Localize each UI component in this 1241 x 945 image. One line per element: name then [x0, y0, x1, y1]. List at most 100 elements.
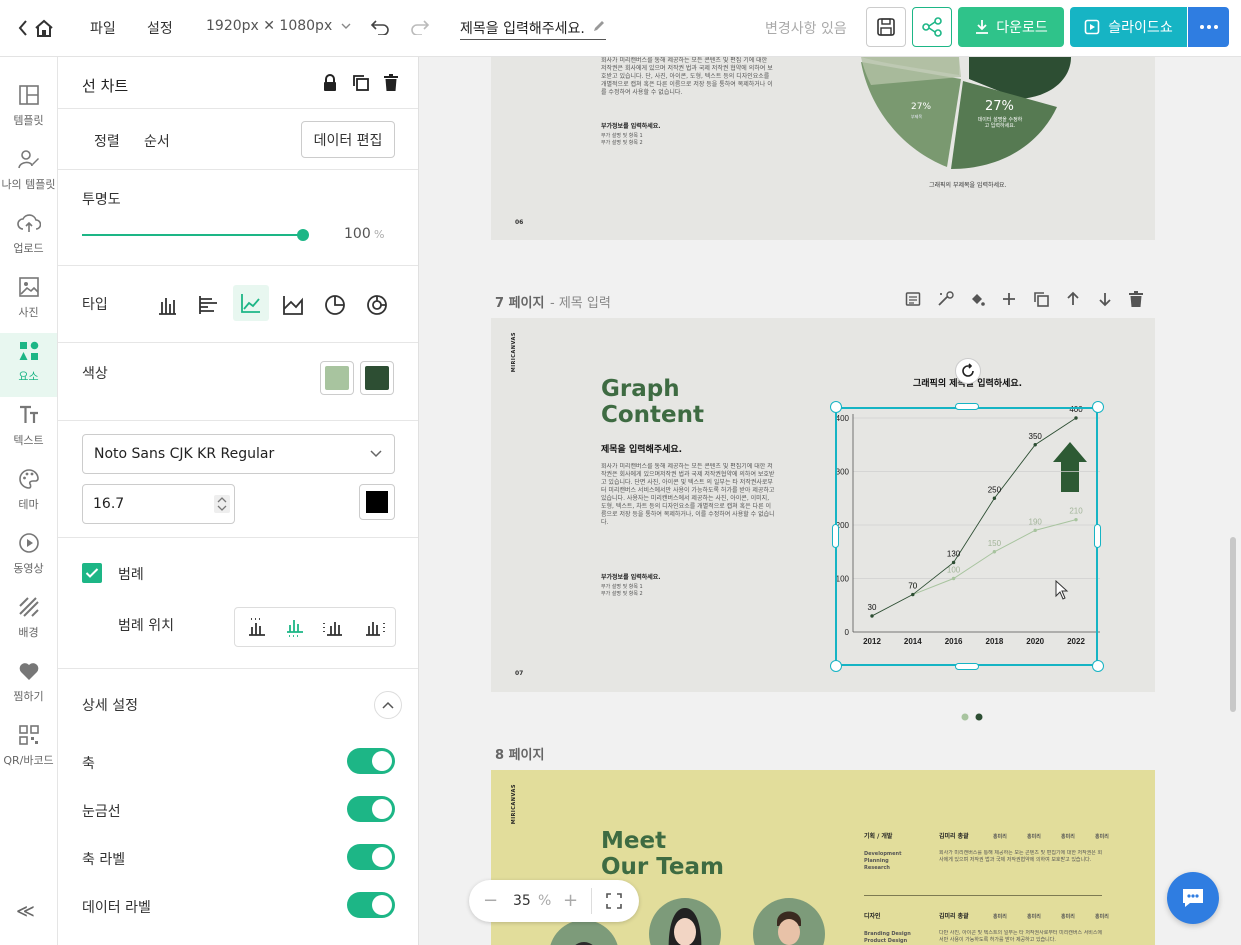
collapse-panel-button[interactable]: ≪ — [16, 901, 35, 922]
delete-page-icon[interactable] — [1129, 291, 1143, 307]
nav-elements[interactable]: 요소 — [0, 333, 57, 397]
series-color-swatch-2[interactable] — [360, 361, 394, 395]
resize-handle-nw[interactable] — [830, 401, 842, 413]
add-page-icon[interactable] — [1001, 291, 1017, 307]
page8-label: 8 페이지 — [495, 748, 545, 763]
page7-sub-heading: 부가정보를 입력하세요. — [601, 574, 661, 581]
editor-canvas[interactable]: 회사가 미리캔버스를 통해 제공하는 모든 콘텐츠 및 편집 기에 대한 저작권… — [419, 57, 1241, 945]
chart-type-column-icon[interactable] — [156, 294, 178, 320]
page7-subtitle[interactable]: - 제목 입력 — [550, 292, 611, 311]
opacity-section: 투명도 100 % — [58, 170, 418, 266]
panel-title: 선 차트 — [82, 77, 129, 95]
legend-right-icon[interactable] — [365, 617, 385, 641]
opacity-value[interactable]: 100 — [344, 226, 371, 242]
collapse-advanced-button[interactable] — [374, 691, 402, 719]
download-button[interactable]: 다운로드 — [958, 7, 1064, 47]
lock-icon[interactable] — [322, 74, 338, 96]
undo-icon[interactable] — [368, 16, 392, 38]
opacity-slider[interactable] — [82, 227, 309, 243]
document-title[interactable]: 제목을 입력해주세요. — [460, 18, 607, 40]
fullscreen-icon[interactable] — [606, 893, 622, 913]
nav-qr-barcode[interactable]: QR/바코드 — [0, 717, 57, 781]
slideshow-button[interactable]: 슬라이드쇼 — [1070, 7, 1187, 47]
file-menu[interactable]: 파일 — [90, 18, 116, 38]
more-options-button[interactable] — [1188, 7, 1229, 47]
settings-menu[interactable]: 설정 — [147, 18, 173, 38]
nav-background[interactable]: 배경 — [0, 589, 57, 653]
font-size-stepper[interactable] — [214, 495, 230, 513]
redo-icon[interactable] — [408, 16, 432, 38]
legend-checkbox[interactable] — [82, 563, 102, 583]
resize-handle-se[interactable] — [1092, 660, 1104, 672]
order-button[interactable]: 순서 — [144, 131, 170, 151]
legend-bottom-icon[interactable] — [285, 617, 305, 641]
series-color-swatch-1[interactable] — [320, 361, 354, 395]
legend-top-icon[interactable] — [247, 617, 267, 641]
move-up-icon[interactable] — [1065, 291, 1081, 307]
edit-data-button[interactable]: 데이터 편집 — [301, 121, 395, 158]
nav-favorites[interactable]: 찜하기 — [0, 653, 57, 717]
paint-bucket-icon[interactable] — [969, 291, 985, 307]
resize-handle-s[interactable] — [955, 663, 979, 670]
canvas-size-dropdown[interactable]: 1920px ✕ 1080px — [206, 18, 351, 34]
legend-left-icon[interactable] — [323, 617, 343, 641]
magic-wand-icon[interactable] — [937, 291, 955, 307]
chart-type-donut-icon[interactable] — [366, 294, 388, 320]
chart-properties-panel: 선 차트 정렬 순서 데이터 편집 투명도 100 % 타입 색상 Noto S… — [58, 57, 419, 945]
nav-upload[interactable]: 업로드 — [0, 205, 57, 269]
resize-handle-sw[interactable] — [830, 660, 842, 672]
chart-type-bar-icon[interactable] — [198, 294, 220, 320]
note-icon[interactable] — [905, 291, 921, 307]
image-icon — [18, 277, 39, 297]
more-dots-icon — [1199, 25, 1218, 29]
nav-photos[interactable]: 사진 — [0, 269, 57, 333]
page-6[interactable]: 회사가 미리캔버스를 통해 제공하는 모든 콘텐츠 및 편집 기에 대한 저작권… — [491, 57, 1155, 240]
zoom-out-button[interactable]: − — [483, 890, 498, 911]
nav-text[interactable]: 텍스트 — [0, 397, 57, 461]
axis-labels-toggle[interactable] — [347, 844, 395, 870]
chat-support-button[interactable] — [1167, 872, 1219, 924]
duplicate-icon[interactable] — [352, 74, 370, 96]
axis-toggle[interactable] — [347, 748, 395, 774]
team-divider — [864, 895, 1102, 896]
save-button[interactable] — [866, 7, 906, 47]
nav-video[interactable]: 동영상 — [0, 525, 57, 589]
font-color-swatch[interactable] — [359, 484, 395, 520]
resize-handle-e[interactable] — [1094, 524, 1101, 548]
team-photo-1 — [549, 920, 619, 945]
back-home-icon[interactable] — [14, 14, 58, 42]
mouse-cursor-icon — [1055, 580, 1069, 600]
canvas-scrollbar[interactable] — [1230, 537, 1236, 712]
trash-icon[interactable] — [383, 74, 399, 96]
resize-handle-w[interactable] — [832, 524, 839, 548]
advanced-settings-label: 상세 설정 — [82, 698, 138, 714]
page8-heading-line2: Our Team — [601, 854, 724, 880]
nav-theme[interactable]: 테마 — [0, 461, 57, 525]
page7-subheading: 제목을 입력해주세요. — [601, 445, 683, 455]
font-size-input[interactable]: 16.7 — [82, 484, 235, 524]
nav-my-templates[interactable]: 나의 템플릿 — [0, 141, 57, 205]
resize-handle-ne[interactable] — [1092, 401, 1104, 413]
chart-type-area-icon[interactable] — [282, 294, 304, 320]
zoom-value[interactable]: 35 — [513, 893, 531, 909]
chevron-down-icon — [341, 18, 351, 34]
copy-page-icon[interactable] — [1033, 291, 1049, 307]
chart-type-pie-icon[interactable] — [324, 294, 346, 320]
move-down-icon[interactable] — [1097, 291, 1113, 307]
page8-brand-logo: MIRICANVAS — [511, 784, 517, 825]
align-button[interactable]: 정렬 — [94, 131, 120, 151]
share-button[interactable] — [912, 7, 952, 47]
zoom-in-button[interactable]: + — [563, 890, 578, 911]
opacity-slider-handle[interactable] — [297, 229, 309, 241]
nav-label: QR/바코드 — [3, 754, 54, 767]
resize-handle-n[interactable] — [955, 403, 979, 410]
font-family-select[interactable]: Noto Sans CJK KR Regular — [82, 434, 395, 474]
gridlines-toggle[interactable] — [347, 796, 395, 822]
swatch-fill — [365, 366, 389, 390]
team-row-2-name: 김미리 총괄 — [939, 913, 969, 920]
chart-type-line-icon[interactable] — [233, 285, 269, 321]
data-labels-toggle[interactable] — [347, 892, 395, 918]
nav-templates[interactable]: 템플릿 — [0, 77, 57, 141]
page6-pie-chart — [861, 57, 1071, 169]
rotate-handle-icon[interactable] — [955, 358, 981, 384]
